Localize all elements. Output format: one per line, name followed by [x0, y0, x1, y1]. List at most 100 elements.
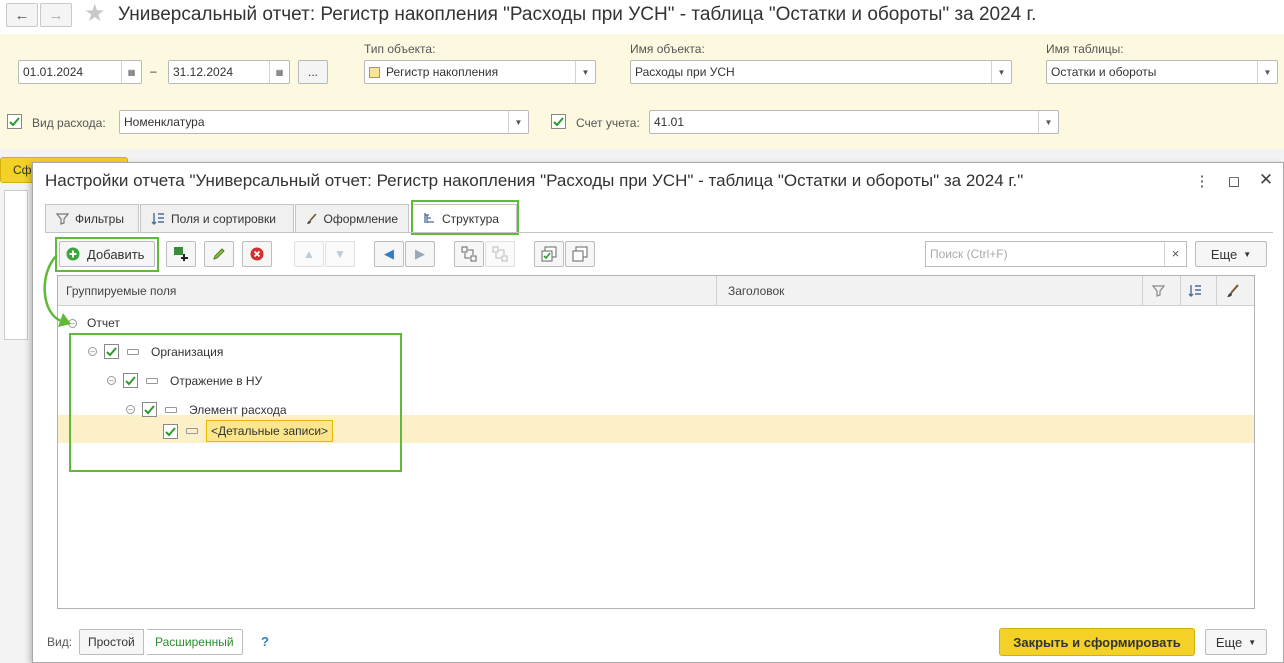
object-name-label: Имя объекта:	[630, 42, 705, 56]
arrow-down-icon: ▼	[334, 247, 346, 261]
expense-type-select[interactable]: Номенклатура ▼	[119, 110, 529, 134]
more-icon[interactable]: ⋮	[1193, 172, 1211, 190]
tab-divider	[45, 232, 1273, 233]
date-to-field[interactable]: 31.12.2024 ▦	[168, 60, 290, 84]
arrow-right-icon: →	[48, 6, 64, 24]
table-name-label: Имя таблицы:	[1046, 42, 1124, 56]
checkmark-icon	[553, 117, 564, 127]
close-icon[interactable]: ✕	[1257, 170, 1275, 190]
brush-column-icon	[1226, 276, 1240, 305]
expense-type-value: Номенклатура	[124, 115, 205, 129]
account-select[interactable]: 41.01 ▼	[649, 110, 1059, 134]
calendar-icon[interactable]: ▦	[269, 61, 289, 83]
object-type-label: Тип объекта:	[364, 42, 436, 56]
delete-button[interactable]	[242, 241, 272, 267]
dialog-title: Настройки отчета "Универсальный отчет: Р…	[45, 171, 1024, 190]
arrow-right-icon: ▶	[415, 246, 425, 261]
column-title[interactable]: Заголовок	[728, 276, 784, 305]
more-button[interactable]: Еще ▼	[1195, 241, 1267, 267]
page-title: Универсальный отчет: Регистр накопления …	[118, 4, 1037, 25]
maximize-icon[interactable]: ◻	[1225, 172, 1243, 190]
column-divider	[716, 276, 717, 305]
chevron-down-icon[interactable]: ▼	[575, 61, 595, 83]
search-input[interactable]: Поиск (Ctrl+F) ×	[925, 241, 1187, 267]
expense-type-label: Вид расхода:	[32, 116, 106, 130]
date-from-value: 01.01.2024	[23, 65, 84, 79]
pencil-icon	[213, 248, 225, 260]
arrow-left-icon: ◀	[384, 246, 394, 261]
move-down-button[interactable]: ▼	[325, 241, 355, 267]
expense-type-checkbox[interactable]	[7, 114, 22, 129]
chevron-down-icon: ▼	[1243, 249, 1252, 259]
ungroup-icon	[492, 246, 508, 262]
chevron-down-icon[interactable]: ▼	[1257, 61, 1277, 83]
column-divider	[1216, 276, 1217, 305]
chevron-down-icon[interactable]: ▼	[508, 111, 528, 133]
object-name-value: Расходы при УСН	[635, 65, 735, 79]
uncheck-all-icon	[572, 246, 588, 262]
date-dash: –	[150, 64, 157, 78]
table-name-value: Остатки и обороты	[1051, 65, 1157, 79]
calendar-icon[interactable]: ▦	[121, 61, 141, 83]
more-button-label: Еще	[1210, 246, 1238, 262]
add-grouping-icon	[174, 247, 188, 261]
view-extended-button[interactable]: Расширенный	[147, 629, 243, 655]
forward-button[interactable]: →	[40, 3, 72, 27]
move-left-button[interactable]: ◀	[374, 241, 404, 267]
check-all-button[interactable]	[534, 241, 564, 267]
move-right-button[interactable]: ▶	[405, 241, 435, 267]
edit-button[interactable]	[204, 241, 234, 267]
move-up-button[interactable]: ▲	[294, 241, 324, 267]
annotation-arrow	[43, 254, 71, 327]
top-bar: ← → ★ Универсальный отчет: Регистр накоп…	[0, 0, 1284, 30]
date-to-value: 31.12.2024	[173, 65, 234, 79]
column-divider	[1180, 276, 1181, 305]
period-select-button[interactable]: ...	[298, 60, 328, 84]
rows-highlight	[69, 333, 402, 472]
uncheck-all-button[interactable]	[565, 241, 595, 267]
tab-appearance[interactable]: Оформление	[295, 204, 409, 232]
tab-label: Оформление	[323, 211, 398, 226]
chevron-down-icon[interactable]: ▼	[991, 61, 1011, 83]
view-label: Вид:	[47, 635, 73, 649]
object-name-select[interactable]: Расходы при УСН ▼	[630, 60, 1012, 84]
group-icon	[461, 246, 477, 262]
object-type-value: Регистр накопления	[386, 65, 499, 79]
close-and-generate-button[interactable]: Закрыть и сформировать	[999, 628, 1195, 656]
account-checkbox[interactable]	[551, 114, 566, 129]
checkmark-icon	[9, 117, 20, 127]
check-all-icon	[541, 246, 557, 262]
column-divider	[1142, 276, 1143, 305]
structure-tab-highlight	[411, 200, 519, 235]
more-button-label: Еще	[1215, 634, 1243, 650]
filter-column-icon	[1152, 276, 1165, 305]
object-type-select[interactable]: Регистр накопления ▼	[364, 60, 596, 84]
account-label: Счет учета:	[576, 116, 640, 130]
parameters-panel: 01.01.2024 ▦ – 31.12.2024 ▦ ... Тип объе…	[0, 34, 1284, 149]
table-name-select[interactable]: Остатки и обороты ▼	[1046, 60, 1278, 84]
date-from-field[interactable]: 01.01.2024 ▦	[18, 60, 142, 84]
sort-column-icon	[1188, 276, 1202, 305]
arrow-left-icon: ←	[14, 6, 30, 24]
ungroup-button[interactable]	[485, 241, 515, 267]
back-button[interactable]: ←	[6, 3, 38, 27]
brush-icon	[306, 213, 317, 224]
chevron-down-icon[interactable]: ▼	[1038, 111, 1058, 133]
help-icon[interactable]: ?	[261, 634, 269, 649]
arrow-up-icon: ▲	[303, 247, 315, 261]
footer-more-button[interactable]: Еще ▼	[1205, 629, 1267, 655]
background-panel	[4, 190, 28, 340]
account-value: 41.01	[654, 115, 685, 129]
grid-header: Группируемые поля Заголовок	[58, 276, 1254, 306]
favorite-star-icon[interactable]: ★	[84, 2, 106, 26]
settings-dialog: Настройки отчета "Универсальный отчет: Р…	[32, 162, 1284, 663]
tab-label: Поля и сортировки	[171, 211, 276, 226]
group-button[interactable]	[454, 241, 484, 267]
view-simple-button[interactable]: Простой	[79, 629, 144, 655]
search-placeholder: Поиск (Ctrl+F)	[930, 247, 1008, 261]
chevron-down-icon: ▼	[1248, 637, 1257, 647]
clear-search-button[interactable]: ×	[1164, 242, 1186, 266]
register-icon	[369, 66, 380, 78]
structure-grid: Группируемые поля Заголовок – Отчет – Ор…	[57, 275, 1255, 609]
delete-icon	[250, 247, 264, 261]
